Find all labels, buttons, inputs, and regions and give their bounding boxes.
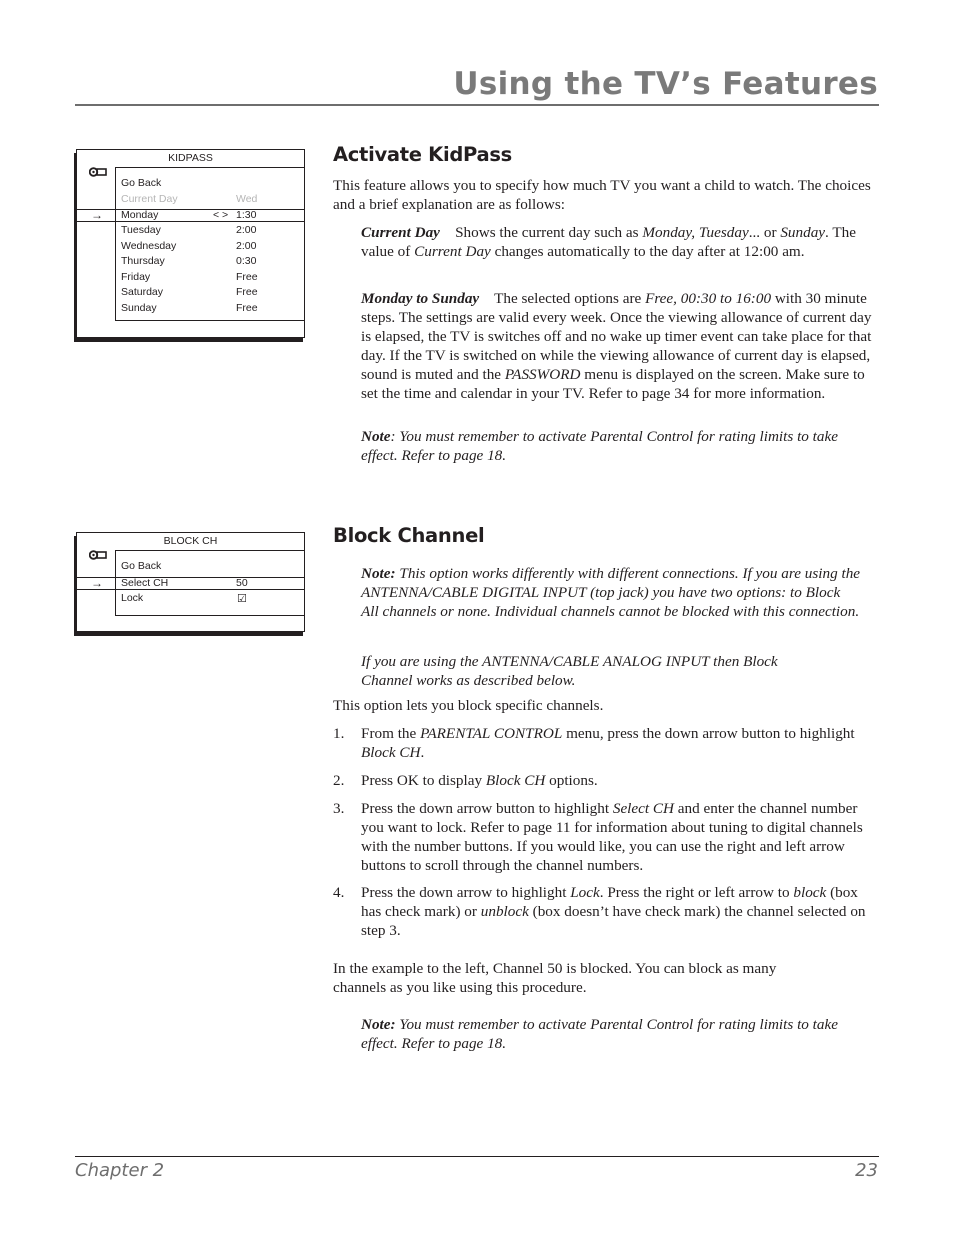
day-item-wednesday[interactable]: Wednesday 2:00 bbox=[77, 239, 304, 255]
page-title: Using the TV’s Features bbox=[453, 66, 878, 102]
title-divider bbox=[75, 104, 879, 106]
current-day-value: Wed bbox=[236, 192, 258, 205]
section-heading-kidpass: Activate KidPass bbox=[333, 143, 512, 166]
day-label: Friday bbox=[121, 270, 151, 283]
text: Block CH bbox=[485, 772, 546, 789]
day-label: Wednesday bbox=[121, 239, 177, 252]
day-value: 2:00 bbox=[236, 224, 257, 236]
select-ch-item[interactable]: → Select CH 50 bbox=[77, 577, 304, 590]
text: Sunday bbox=[780, 224, 826, 241]
text: Shows the current day such as bbox=[455, 224, 643, 241]
text: The selected options are bbox=[494, 290, 646, 307]
lock-label: Lock bbox=[121, 592, 144, 604]
current-day-description: Current Day Shows the current day such a… bbox=[361, 223, 881, 261]
note-label: Note: bbox=[361, 1016, 396, 1033]
day-value: 2:00 bbox=[236, 239, 257, 252]
step-number: 1. bbox=[333, 725, 345, 742]
text: changes automatically to the day after a… bbox=[490, 243, 805, 260]
block-ch-menu: BLOCK CH Go Back → Select CH 50 Lock ☑ bbox=[76, 532, 305, 632]
block-ch-menu-title: BLOCK CH bbox=[163, 535, 218, 547]
text: block bbox=[793, 884, 827, 901]
day-value: Free bbox=[236, 301, 258, 314]
go-back-item[interactable]: Go Back bbox=[77, 559, 304, 575]
block-channel-note-1: Note: This option works differently with… bbox=[361, 564, 861, 621]
day-value: 1:30 bbox=[236, 209, 257, 221]
note-label: Note bbox=[361, 428, 391, 445]
step-1: From the PARENTAL CONTROL menu, press th… bbox=[361, 724, 881, 762]
day-label: Sunday bbox=[121, 301, 157, 314]
text: Block CH bbox=[361, 744, 421, 761]
text: Press OK to display bbox=[361, 772, 486, 789]
text: menu, press the down arrow button to hig… bbox=[562, 725, 855, 742]
note-text: This option works differently with diffe… bbox=[361, 565, 861, 620]
selected-arrow-icon: → bbox=[91, 576, 103, 590]
text: Free, 00:30 to 16:00 bbox=[645, 290, 772, 307]
kidpass-menu: KIDPASS Go Back Current Day Wed → Monday… bbox=[76, 149, 305, 338]
current-day-item: Current Day Wed bbox=[77, 192, 304, 208]
step-2: Press OK to display Block CH options. bbox=[361, 771, 881, 790]
kidpass-menu-title: KIDPASS bbox=[168, 152, 213, 164]
text: unblock bbox=[480, 903, 529, 920]
note-label: Note: bbox=[361, 565, 396, 582]
day-label: Tuesday bbox=[121, 224, 161, 236]
term-current-day: Current Day bbox=[361, 224, 440, 241]
day-item-monday[interactable]: → Monday < > 1:30 bbox=[77, 209, 304, 222]
block-channel-note-2: If you are using the ANTENNA/CABLE ANALO… bbox=[361, 653, 778, 689]
monday-to-sunday-description: Monday to Sunday The selected options ar… bbox=[361, 289, 881, 403]
lock-item[interactable]: Lock ☑ bbox=[77, 591, 304, 607]
term-monday-to-sunday: Monday to Sunday bbox=[361, 290, 480, 307]
lock-checkbox[interactable]: ☑ bbox=[237, 591, 247, 607]
text: ... or bbox=[748, 224, 781, 241]
step-number: 2. bbox=[333, 772, 345, 789]
note-text: : You must remember to activate Parental… bbox=[361, 428, 838, 464]
day-label: Monday bbox=[121, 209, 159, 221]
select-ch-label: Select CH bbox=[121, 577, 169, 589]
text: . Press the right or left arrow to bbox=[599, 884, 794, 901]
text: Press the down arrow button to highlight bbox=[361, 800, 613, 817]
day-item-tuesday[interactable]: Tuesday 2:00 bbox=[77, 223, 304, 239]
day-label: Thursday bbox=[121, 255, 165, 267]
step-number: 3. bbox=[333, 800, 345, 817]
day-value: 0:30 bbox=[236, 255, 257, 267]
text: Current Day bbox=[414, 243, 491, 260]
go-back-item[interactable]: Go Back bbox=[77, 176, 304, 192]
kidpass-intro: This feature allows you to specify how m… bbox=[333, 177, 871, 213]
text: options. bbox=[545, 772, 598, 789]
footer-chapter: Chapter 2 bbox=[75, 1160, 165, 1181]
text: Lock bbox=[570, 884, 600, 901]
text: Monday, Tuesday bbox=[642, 224, 749, 241]
current-day-label: Current Day bbox=[121, 192, 178, 205]
step-4: Press the down arrow to highlight Lock. … bbox=[361, 883, 881, 940]
block-channel-note-3: Note: You must remember to activate Pare… bbox=[361, 1015, 851, 1053]
day-item-thursday[interactable]: Thursday 0:30 bbox=[77, 254, 304, 270]
day-item-friday[interactable]: Friday Free bbox=[77, 270, 304, 286]
block-channel-intro: This option lets you block specific chan… bbox=[333, 697, 604, 714]
kidpass-note: Note: You must remember to activate Pare… bbox=[361, 427, 851, 465]
footer-divider bbox=[75, 1156, 879, 1157]
text: Press the down arrow to highlight bbox=[361, 884, 571, 901]
selected-arrow-icon: → bbox=[91, 208, 103, 222]
page-number: 23 bbox=[855, 1160, 878, 1181]
step-3: Press the down arrow button to highlight… bbox=[361, 799, 881, 875]
text: PARENTAL CONTROL bbox=[420, 725, 563, 742]
day-label: Saturday bbox=[121, 286, 164, 298]
day-value: Free bbox=[236, 270, 258, 283]
section-heading-block-channel: Block Channel bbox=[333, 524, 485, 547]
go-back-label: Go Back bbox=[121, 560, 162, 572]
day-item-sunday[interactable]: Sunday Free bbox=[77, 301, 304, 317]
day-value: Free bbox=[236, 286, 258, 298]
step-number: 4. bbox=[333, 884, 345, 901]
go-back-label: Go Back bbox=[121, 177, 162, 189]
note-text: You must remember to activate Parental C… bbox=[361, 1016, 838, 1052]
day-item-saturday[interactable]: Saturday Free bbox=[77, 285, 304, 301]
text: . bbox=[420, 744, 425, 761]
select-ch-value: 50 bbox=[236, 577, 248, 589]
left-right-arrows-icon[interactable]: < > bbox=[213, 210, 228, 221]
block-channel-example: In the example to the left, Channel 50 i… bbox=[333, 960, 777, 996]
text: From the bbox=[361, 725, 421, 742]
text: Select CH bbox=[612, 800, 674, 817]
text: PASSWORD bbox=[504, 366, 581, 383]
